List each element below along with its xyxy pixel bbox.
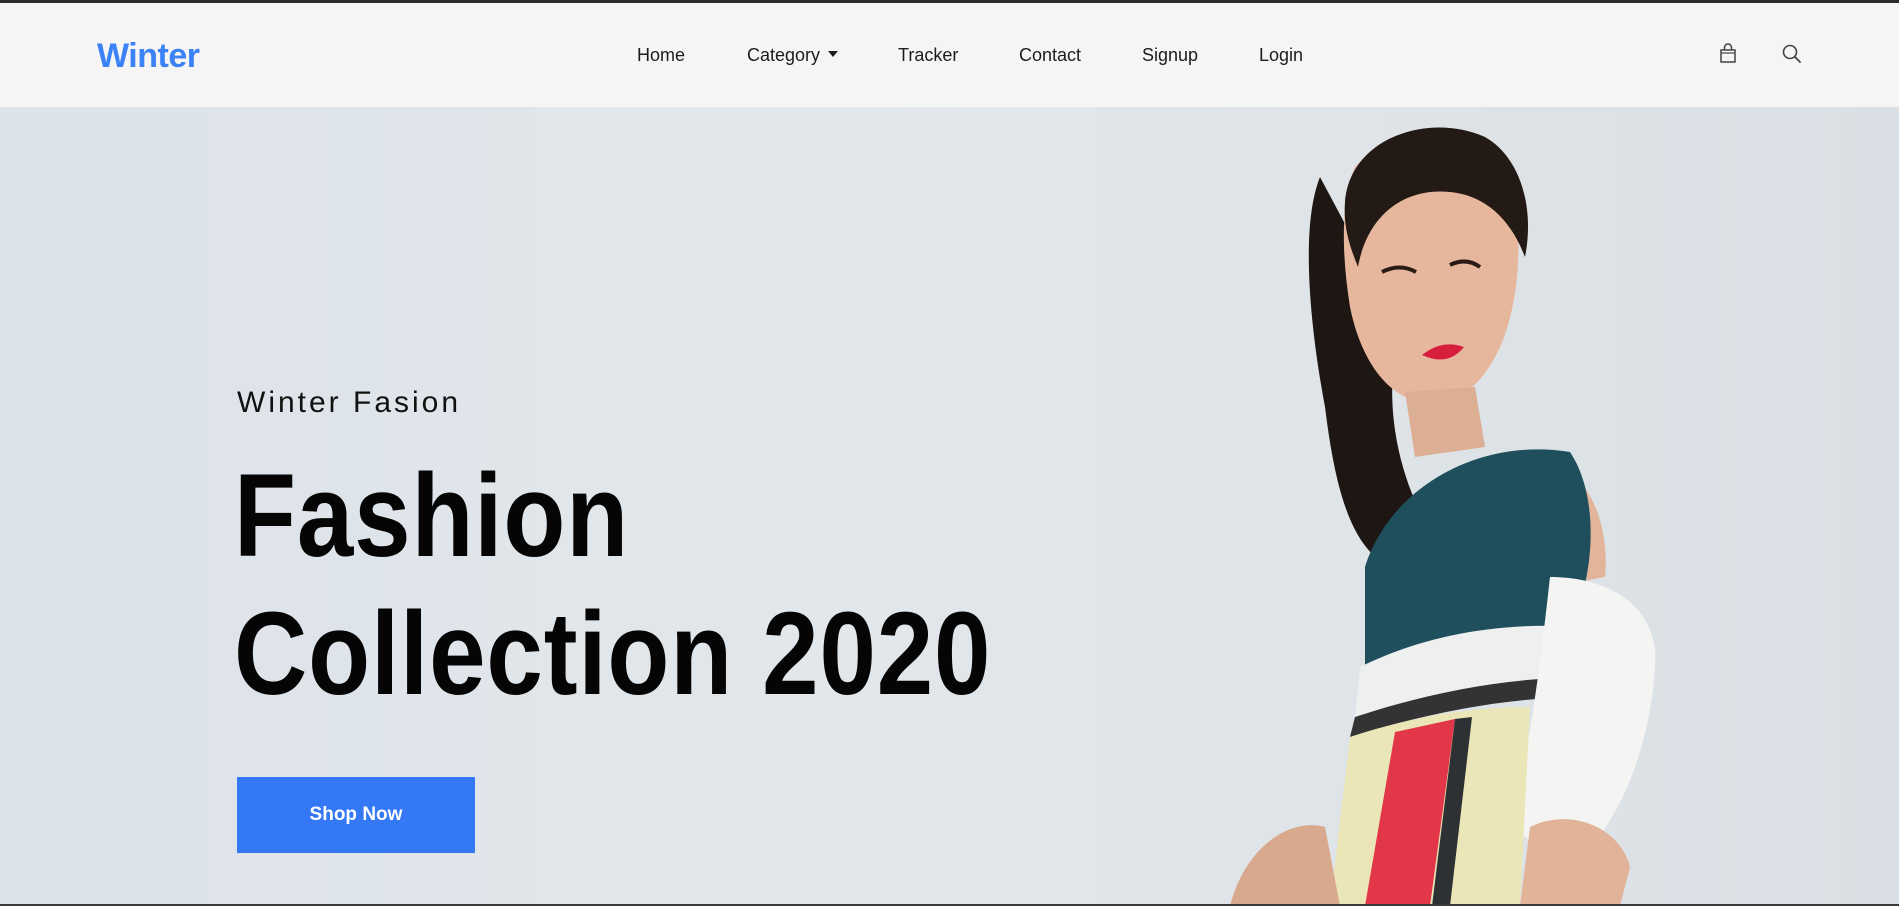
nav-item-category[interactable]: Category <box>747 45 839 66</box>
chevron-down-icon <box>828 51 839 58</box>
nav-item-contact[interactable]: Contact <box>1019 45 1081 66</box>
shop-now-button[interactable]: Shop Now <box>237 777 475 853</box>
hero-subtitle: Winter Fasion <box>237 386 462 419</box>
fashion-model-image <box>1230 127 1656 906</box>
hero-title-line-1: Fashion <box>234 450 630 582</box>
search-icon[interactable] <box>1779 41 1805 67</box>
hero-title-line-2: Collection 2020 <box>234 588 992 720</box>
site-header: Winter Home Category Tracker Contact Sig… <box>0 3 1899 108</box>
nav-item-home[interactable]: Home <box>637 45 685 66</box>
hero-banner: Winter Fasion Fashion Collection 2020 Sh… <box>0 107 1899 906</box>
nav-item-category-label: Category <box>747 45 821 65</box>
nav-item-login[interactable]: Login <box>1259 45 1303 66</box>
brand-logo[interactable]: Winter <box>97 37 200 76</box>
nav-item-tracker[interactable]: Tracker <box>898 45 958 66</box>
shopping-bag-icon[interactable] <box>1715 41 1741 67</box>
hero-title: Fashion Collection 2020 <box>234 447 991 723</box>
nav-item-signup[interactable]: Signup <box>1142 45 1198 66</box>
